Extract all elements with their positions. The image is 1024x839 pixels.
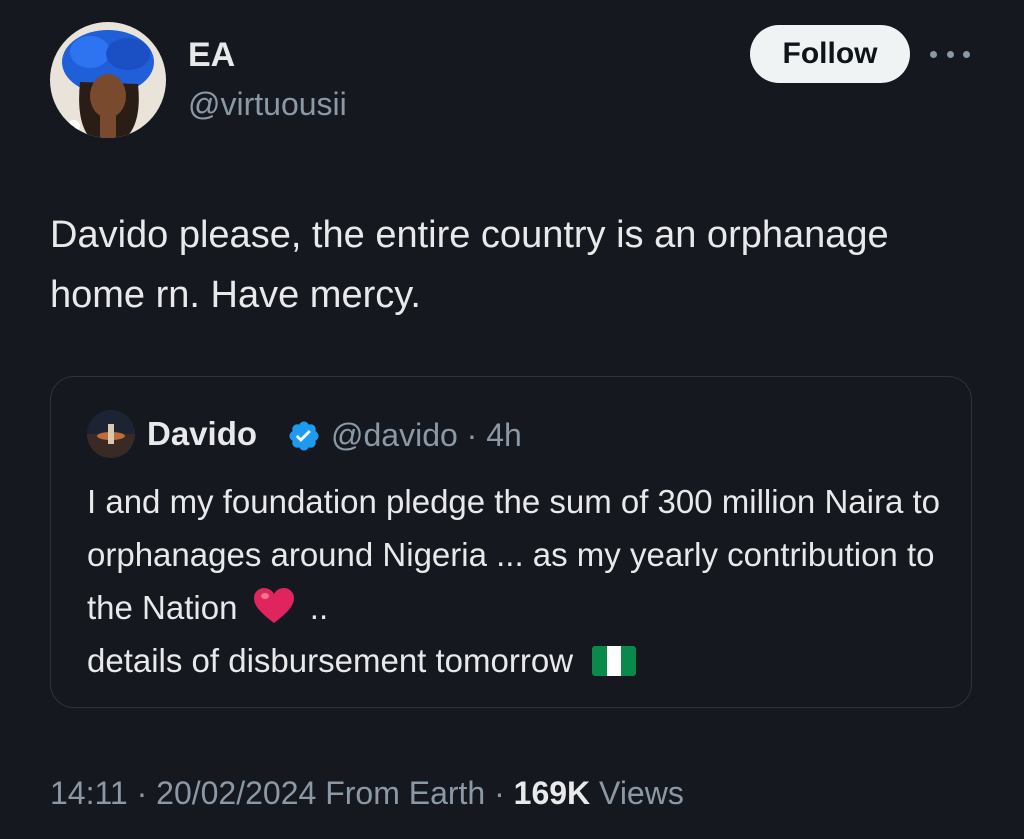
author-avatar[interactable] — [50, 22, 166, 138]
nigeria-flag-icon — [592, 646, 637, 676]
author-handle[interactable]: @virtuousii — [188, 86, 347, 123]
quoted-text-part-2: .. — [309, 589, 329, 626]
tweet-meta: 14:11 · 20/02/2024 From Earth · 169K Vie… — [50, 775, 684, 812]
tweet-text: Davido please, the entire country is an … — [50, 214, 889, 316]
tweet-timestamp[interactable]: 14:11 · 20/02/2024 From Earth · — [50, 775, 505, 811]
views-count: 169K — [513, 775, 591, 811]
quoted-author-display-name: Davido — [147, 415, 258, 452]
quoted-tweet-text: I and my foundation pledge the sum of 30… — [87, 475, 957, 687]
quoted-tweet-card[interactable]: Davido @davido · 4h I and my foundation … — [50, 376, 972, 708]
quoted-author-avatar — [87, 410, 135, 458]
follow-button[interactable]: Follow — [750, 25, 910, 83]
author-display-name[interactable]: EA — [188, 36, 235, 75]
heart-icon — [253, 588, 294, 623]
quoted-text-part-1: I and my foundation pledge the sum of 30… — [87, 483, 941, 626]
views-label: Views — [599, 775, 684, 811]
quoted-author-handle-time: @davido · 4h — [331, 417, 522, 453]
verified-badge-icon — [289, 421, 319, 451]
quoted-text-part-3: details of disbursement tomorrow — [87, 642, 574, 679]
more-options-icon[interactable] — [930, 44, 970, 64]
